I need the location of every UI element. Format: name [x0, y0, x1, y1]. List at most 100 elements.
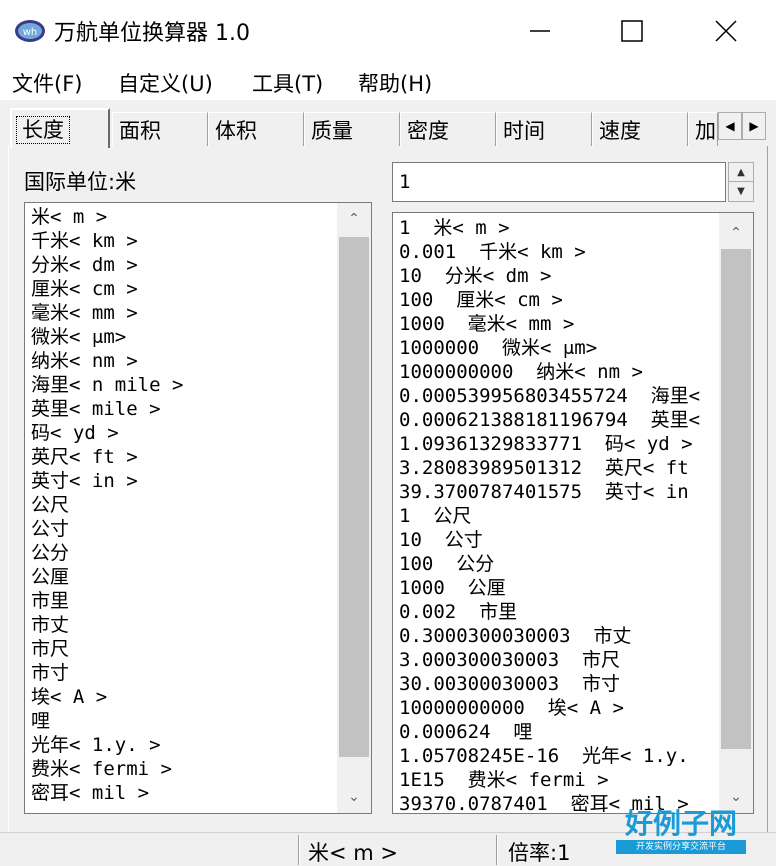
result-list-item[interactable]: 1000000 微米< μm>: [399, 336, 715, 360]
scroll-up-icon[interactable]: ⌃: [719, 217, 753, 249]
unit-list-scrollbar[interactable]: ⌃ ⌄: [337, 203, 371, 813]
unit-list-item[interactable]: 费米< fermi >: [31, 757, 333, 781]
unit-list-item[interactable]: 公厘: [31, 565, 333, 589]
results-list-items: 1 米< m >0.001 千米< km >10 分米< dm >100 厘米<…: [399, 216, 715, 813]
tab-strip: 长度 面积 体积 质量 密度 时间 速度 加 ◀ ▶: [8, 108, 776, 148]
result-list-item[interactable]: 0.001 千米< km >: [399, 240, 715, 264]
result-list-item[interactable]: 1000 毫米< mm >: [399, 312, 715, 336]
scroll-down-icon[interactable]: ⌄: [337, 781, 371, 813]
unit-list-item[interactable]: 公尺: [31, 493, 333, 517]
result-list-item[interactable]: 0.000539956803455724 海里<: [399, 384, 715, 408]
tab-mass[interactable]: 质量: [304, 112, 400, 146]
unit-list-item[interactable]: 市丈: [31, 613, 333, 637]
results-list[interactable]: 1 米< m >0.001 千米< km >10 分米< dm >100 厘米<…: [392, 212, 754, 814]
unit-list-item[interactable]: 海里< n mile >: [31, 373, 333, 397]
tab-speed[interactable]: 速度: [592, 112, 688, 146]
unit-list-item[interactable]: 英尺< ft >: [31, 445, 333, 469]
arrow-right-icon: ▶: [749, 119, 759, 133]
result-list-item[interactable]: 100 厘米< cm >: [399, 288, 715, 312]
result-list-item[interactable]: 100 公分: [399, 552, 715, 576]
result-list-item[interactable]: 0.000621388181196794 英里<: [399, 408, 715, 432]
menu-help[interactable]: 帮助(H): [358, 68, 432, 98]
svg-text:wh: wh: [23, 27, 38, 38]
result-list-item[interactable]: 1 米< m >: [399, 216, 715, 240]
arrow-left-icon: ◀: [725, 119, 735, 133]
spin-down-icon[interactable]: ▼: [729, 182, 753, 201]
result-list-item[interactable]: 1.05708245E-16 光年< 1.y.: [399, 744, 715, 768]
menu-file[interactable]: 文件(F): [12, 68, 82, 98]
status-divider: [298, 835, 300, 865]
unit-list-item[interactable]: 纳米< nm >: [31, 349, 333, 373]
results-list-scrollbar[interactable]: ⌃ ⌄: [719, 213, 753, 813]
maximize-icon: [621, 20, 643, 42]
tab-length[interactable]: 长度: [10, 108, 110, 148]
unit-list-items: 米< m > 千米< km > 分米< dm > 厘米< cm > 毫米< mm > 微米…: [31, 205, 333, 813]
status-divider: [496, 835, 498, 865]
unit-list-item[interactable]: 市寸: [31, 661, 333, 685]
result-list-item[interactable]: 0.3000300030003 市丈: [399, 624, 715, 648]
result-list-item[interactable]: 0.000624 哩: [399, 720, 715, 744]
value-input[interactable]: 1: [392, 162, 726, 202]
status-unit: 米< m >: [308, 841, 398, 865]
menu-bar: 文件(F) 自定义(U) 工具(T) 帮助(H): [0, 62, 776, 100]
result-list-item[interactable]: 0.002 市里: [399, 600, 715, 624]
scroll-thumb[interactable]: [339, 237, 369, 757]
tab-area[interactable]: 面积: [112, 112, 208, 146]
result-list-item[interactable]: 10000000000 埃< A >: [399, 696, 715, 720]
unit-list-item[interactable]: 市里: [31, 589, 333, 613]
maximize-button[interactable]: [586, 0, 678, 62]
unit-list[interactable]: 米< m > 千米< km > 分米< dm > 厘米< cm > 毫米< mm > 微米…: [24, 202, 372, 814]
tab-volume[interactable]: 体积: [208, 112, 304, 146]
tab-scroll-left[interactable]: ◀: [718, 112, 742, 140]
result-list-item[interactable]: 1 公尺: [399, 504, 715, 528]
result-list-item[interactable]: 39.3700787401575 英寸< in: [399, 480, 715, 504]
spin-up-icon[interactable]: ▲: [729, 163, 753, 182]
scroll-up-icon[interactable]: ⌃: [337, 203, 371, 235]
result-list-item[interactable]: 1000000000 纳米< nm >: [399, 360, 715, 384]
unit-list-item[interactable]: 厘米< cm >: [31, 277, 333, 301]
tab-scroll-right[interactable]: ▶: [742, 112, 766, 140]
unit-list-item[interactable]: 公分: [31, 541, 333, 565]
menu-tools[interactable]: 工具(T): [252, 68, 323, 98]
unit-list-item[interactable]: 埃< A >: [31, 685, 333, 709]
result-list-item[interactable]: 3.000300030003 市尺: [399, 648, 715, 672]
minimize-icon: [530, 30, 550, 32]
intl-unit-label: 国际单位:米: [24, 170, 137, 194]
tab-density[interactable]: 密度: [400, 112, 496, 146]
result-list-item[interactable]: 1E15 费米< fermi >: [399, 768, 715, 792]
watermark-main: 好例子网: [624, 807, 737, 840]
result-list-item[interactable]: 1000 公厘: [399, 576, 715, 600]
watermark-sub: 开发实例分享交流平台: [616, 840, 746, 854]
unit-list-item[interactable]: 公寸: [31, 517, 333, 541]
scroll-thumb[interactable]: [721, 249, 751, 749]
tab-time[interactable]: 时间: [496, 112, 592, 146]
unit-list-item[interactable]: 密耳< mil >: [31, 781, 333, 805]
close-button[interactable]: [680, 0, 772, 62]
unit-list-item[interactable]: 光年< 1.y. >: [31, 733, 333, 757]
result-list-item[interactable]: 30.00300030003 市寸: [399, 672, 715, 696]
window-title: 万航单位换算器 1.0: [54, 21, 250, 46]
unit-list-item[interactable]: 英里< mile >: [31, 397, 333, 421]
app-logo-icon: wh: [15, 20, 45, 42]
unit-list-item[interactable]: 哩: [31, 709, 333, 733]
watermark-logo: 好例子网 开发实例分享交流平台: [616, 808, 746, 858]
unit-list-item[interactable]: 分米< dm >: [31, 253, 333, 277]
result-list-item[interactable]: 10 分米< dm >: [399, 264, 715, 288]
unit-list-item[interactable]: 码< yd >: [31, 421, 333, 445]
minimize-button[interactable]: [494, 0, 586, 62]
menu-custom[interactable]: 自定义(U): [118, 68, 213, 98]
unit-list-item[interactable]: 英寸< in >: [31, 469, 333, 493]
unit-list-item[interactable]: 毫米< mm >: [31, 301, 333, 325]
tab-more[interactable]: 加: [688, 112, 718, 146]
close-icon: [715, 20, 737, 42]
unit-list-item[interactable]: 米< m >: [31, 205, 333, 229]
status-ratio: 倍率:1: [508, 841, 571, 865]
title-bar: wh 万航单位换算器 1.0: [0, 0, 776, 62]
value-spinner[interactable]: ▲ ▼: [728, 162, 754, 202]
unit-list-item[interactable]: 微米< μm>: [31, 325, 333, 349]
result-list-item[interactable]: 3.28083989501312 英尺< ft: [399, 456, 715, 480]
unit-list-item[interactable]: 市尺: [31, 637, 333, 661]
result-list-item[interactable]: 1.09361329833771 码< yd >: [399, 432, 715, 456]
result-list-item[interactable]: 10 公寸: [399, 528, 715, 552]
unit-list-item[interactable]: 千米< km >: [31, 229, 333, 253]
